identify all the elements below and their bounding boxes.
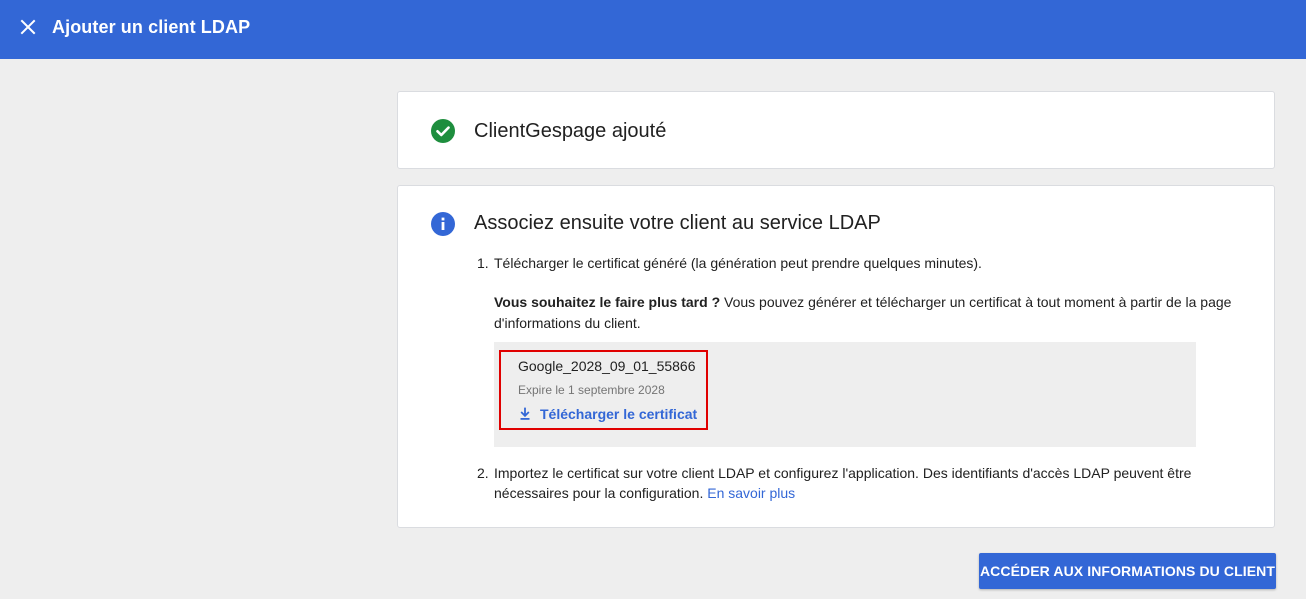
success-card: ClientGespage ajouté [397, 91, 1275, 169]
later-note: Vous souhaitez le faire plus tard ? Vous… [494, 292, 1254, 334]
view-client-info-button[interactable]: ACCÉDER AUX INFORMATIONS DU CLIENT [979, 553, 1276, 589]
step-2-text-1: Importez le certificat sur votre client … [494, 465, 1192, 481]
step-2-number: 2. [477, 465, 489, 481]
info-icon [431, 212, 455, 236]
close-button[interactable] [14, 13, 42, 41]
certificate-expiry: Expire le 1 septembre 2028 [518, 383, 665, 397]
learn-more-link[interactable]: En savoir plus [707, 485, 795, 501]
success-message: ClientGespage ajouté [474, 120, 667, 142]
certificate-panel: Google_2028_09_01_55866 Expire le 1 sept… [494, 342, 1196, 447]
next-steps-title: Associez ensuite votre client au service… [474, 212, 881, 234]
check-circle-icon [431, 119, 455, 143]
later-note-bold: Vous souhaitez le faire plus tard ? [494, 294, 721, 310]
app-header: Ajouter un client LDAP [0, 0, 1306, 59]
certificate-name: Google_2028_09_01_55866 [518, 358, 696, 374]
page-title: Ajouter un client LDAP [52, 17, 251, 37]
download-certificate-label[interactable]: Télécharger le certificat [540, 405, 697, 423]
step-2-text-2: nécessaires pour la configuration. [494, 485, 704, 501]
next-steps-card: Associez ensuite votre client au service… [397, 185, 1275, 528]
close-icon[interactable] [20, 19, 36, 35]
step-2-line-2: nécessaires pour la configuration. En sa… [477, 483, 1247, 503]
step-1-number: 1. [477, 255, 489, 271]
step-1: 1. Télécharger le certificat généré (la g… [477, 253, 982, 273]
download-icon[interactable] [518, 407, 532, 421]
step-1-text: Télécharger le certificat généré (la gén… [494, 255, 982, 271]
download-certificate-link[interactable]: Télécharger le certificat [518, 405, 697, 423]
step-2-line-1: 2. Importez le certificat sur votre clien… [477, 463, 1247, 483]
step-2: 2. Importez le certificat sur votre clien… [477, 463, 1247, 503]
